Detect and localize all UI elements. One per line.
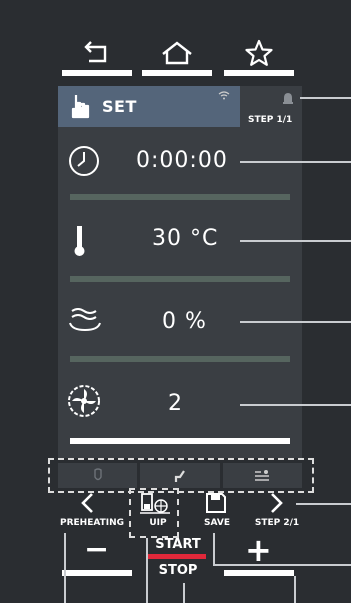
hand-pointer-icon <box>71 94 90 118</box>
temperature-value[interactable]: 30 °C <box>152 226 218 251</box>
plus-button[interactable]: + <box>245 534 272 566</box>
vent-button[interactable] <box>140 463 220 488</box>
home-icon <box>162 41 192 65</box>
minus-underline <box>62 570 132 576</box>
humidity-value[interactable]: 0 % <box>162 309 207 334</box>
star-icon <box>245 39 273 66</box>
thermometer-icon <box>74 226 85 256</box>
leader-time <box>240 161 351 163</box>
preheating-label[interactable]: PREHEATING <box>59 518 125 528</box>
leader-v-save <box>213 533 215 566</box>
wifi-icon <box>218 91 230 100</box>
leader-temp <box>240 240 351 242</box>
fan-speed-value[interactable]: 2 <box>168 391 183 416</box>
home-underline <box>142 70 212 76</box>
leader-v-preheating <box>64 533 66 603</box>
chevron-left-icon[interactable] <box>80 492 96 514</box>
chevron-right-icon[interactable] <box>268 492 284 514</box>
mode-bar[interactable]: SET <box>58 86 240 127</box>
back-underline <box>62 70 132 76</box>
save-icon[interactable] <box>205 492 227 514</box>
humidity-slider[interactable] <box>70 356 290 362</box>
humidity-icon <box>69 308 101 332</box>
leader-v-uip <box>146 538 148 603</box>
uip-label[interactable]: UIP <box>139 518 177 528</box>
bell-icon <box>283 93 293 104</box>
favorite-underline <box>224 70 294 76</box>
back-icon <box>84 41 107 63</box>
leader-fan <box>240 404 351 406</box>
leader-save-h <box>213 564 351 566</box>
program-panel: SET STEP 1/1 0:00:00 30 °C 0 % 2 <box>58 86 302 458</box>
start-button[interactable]: START <box>150 537 206 552</box>
probe-icon <box>93 467 102 480</box>
start-underline <box>148 554 206 559</box>
uip-icon[interactable] <box>140 492 170 516</box>
clock-icon <box>69 146 99 176</box>
leader-step <box>300 97 351 99</box>
back-button[interactable] <box>62 38 132 68</box>
mode-label: SET <box>102 97 137 116</box>
fan-icon <box>68 385 100 417</box>
options-button[interactable] <box>222 463 302 488</box>
leader-v-stop <box>183 583 185 603</box>
save-label[interactable]: SAVE <box>198 518 236 528</box>
temperature-slider[interactable] <box>70 276 290 282</box>
stop-button[interactable]: STOP <box>150 563 206 578</box>
minus-button[interactable]: − <box>84 535 109 565</box>
time-value[interactable]: 0:00:00 <box>136 148 228 173</box>
leader-v-right <box>294 576 296 603</box>
step-label: STEP 1/1 <box>248 115 293 125</box>
leader-step-next <box>296 503 351 505</box>
plus-underline <box>224 570 294 576</box>
leader-humidity <box>240 321 351 323</box>
probe-button[interactable] <box>58 463 138 488</box>
next-step-label[interactable]: STEP 2/1 <box>252 518 302 528</box>
time-slider[interactable] <box>70 194 290 200</box>
function-cells <box>58 463 302 488</box>
favorite-button[interactable] <box>224 38 294 68</box>
home-button[interactable] <box>142 38 212 68</box>
options-icon <box>255 469 270 481</box>
fan-slider[interactable] <box>70 438 290 444</box>
vent-icon <box>174 469 185 482</box>
